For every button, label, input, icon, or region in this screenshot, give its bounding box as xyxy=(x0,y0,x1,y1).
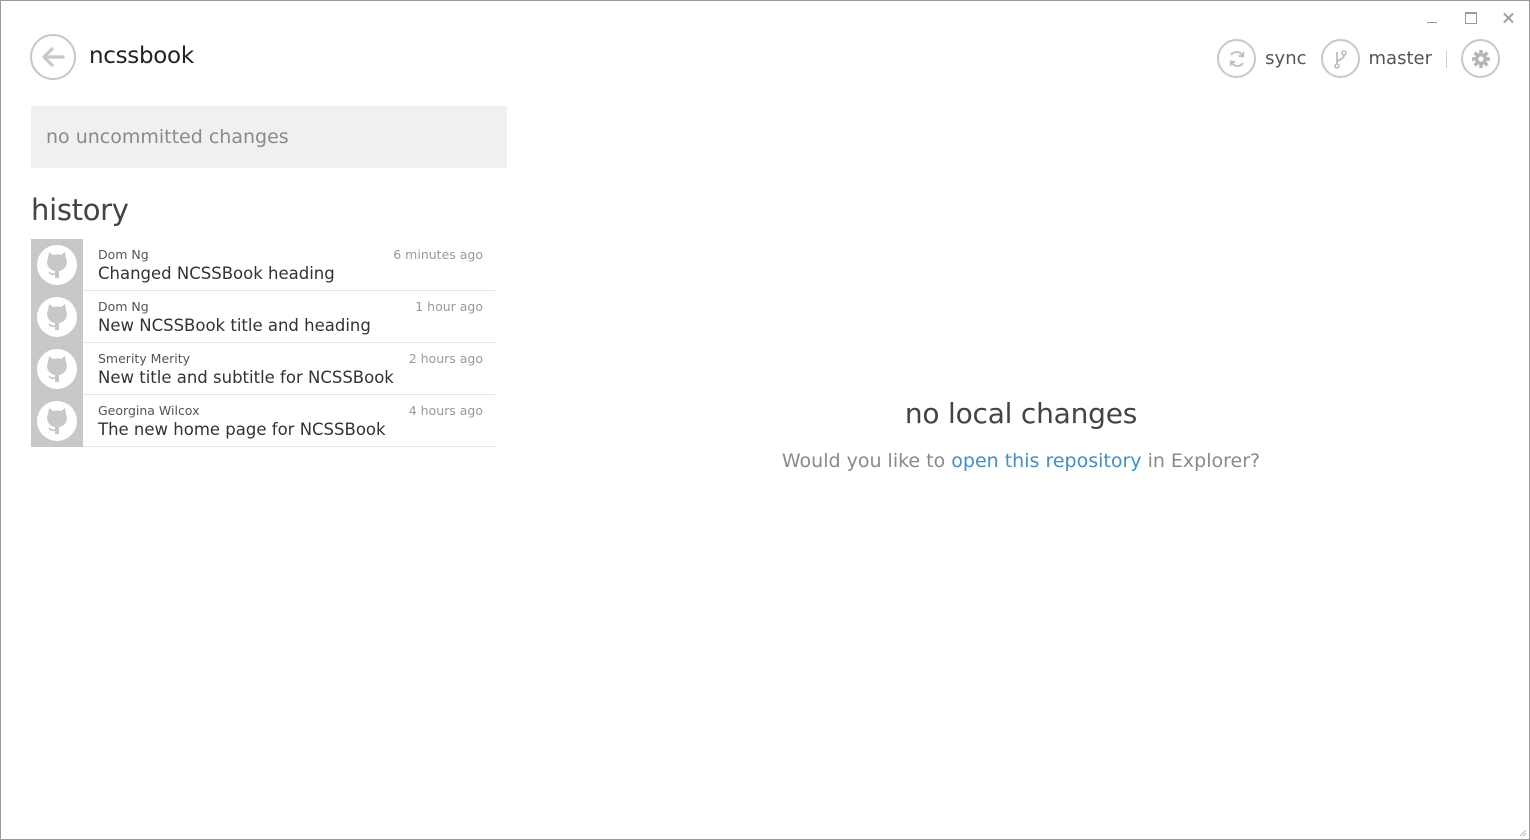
back-button[interactable] xyxy=(30,34,76,80)
history-list: Dom Ng 6 minutes ago Changed NCSSBook head… xyxy=(31,239,495,447)
history-commit-row[interactable]: Dom Ng 6 minutes ago Changed NCSSBook head… xyxy=(31,239,495,291)
avatar xyxy=(31,239,83,291)
history-commit-row[interactable]: Smerity Merity 2 hours ago New title and s… xyxy=(31,343,495,395)
settings-button[interactable] xyxy=(1461,39,1500,78)
empty-state-suffix: in Explorer? xyxy=(1141,450,1261,472)
back-arrow-icon xyxy=(42,47,65,67)
empty-state-message: Would you like to open this repository i… xyxy=(521,450,1521,472)
commit-message: The new home page for NCSSBook xyxy=(98,420,386,439)
minimize-button[interactable] xyxy=(1421,7,1445,29)
branch-button[interactable]: master xyxy=(1320,39,1432,78)
repo-title: ncssbook xyxy=(89,43,194,69)
commit-message: New title and subtitle for NCSSBook xyxy=(98,368,394,387)
history-commit-row[interactable]: Georgina Wilcox 4 hours ago The new home p… xyxy=(31,395,495,447)
toolbar-divider xyxy=(1446,49,1447,68)
branch-label: master xyxy=(1368,48,1432,69)
commit-author: Dom Ng xyxy=(98,247,149,262)
commit-message: Changed NCSSBook heading xyxy=(98,264,335,283)
resize-grip-icon[interactable] xyxy=(1519,829,1527,837)
maximize-button[interactable] xyxy=(1459,7,1483,29)
commit-author: Smerity Merity xyxy=(98,351,191,366)
commit-author: Georgina Wilcox xyxy=(98,403,200,418)
open-repository-link[interactable]: open this repository xyxy=(951,450,1141,472)
toolbar: sync master xyxy=(1203,39,1500,78)
gear-icon xyxy=(1461,39,1500,78)
avatar xyxy=(31,291,83,343)
history-heading: history xyxy=(31,193,129,227)
avatar xyxy=(31,395,83,447)
branch-icon xyxy=(1320,39,1360,78)
commit-time: 2 hours ago xyxy=(408,351,483,366)
app-window: ncssbook sync master no uncommitted chan… xyxy=(0,0,1530,840)
sync-button[interactable]: sync xyxy=(1217,39,1307,78)
history-commit-row[interactable]: Dom Ng 1 hour ago New NCSSBook title and h… xyxy=(31,291,495,343)
commit-time: 1 hour ago xyxy=(415,299,483,314)
empty-state-title: no local changes xyxy=(904,397,1138,430)
empty-state: no local changes Would you like to open … xyxy=(521,397,1521,472)
commit-author: Dom Ng xyxy=(98,299,149,314)
empty-state-prefix: Would you like to xyxy=(781,450,952,472)
commit-time: 4 hours ago xyxy=(408,403,483,418)
sync-label: sync xyxy=(1265,48,1307,69)
window-controls xyxy=(1421,7,1521,29)
uncommitted-changes-panel[interactable]: no uncommitted changes xyxy=(31,106,507,168)
avatar xyxy=(31,343,83,395)
close-button[interactable] xyxy=(1497,7,1521,29)
sync-icon xyxy=(1217,39,1257,78)
commit-message: New NCSSBook title and heading xyxy=(98,316,371,335)
commit-time: 6 minutes ago xyxy=(393,247,483,262)
